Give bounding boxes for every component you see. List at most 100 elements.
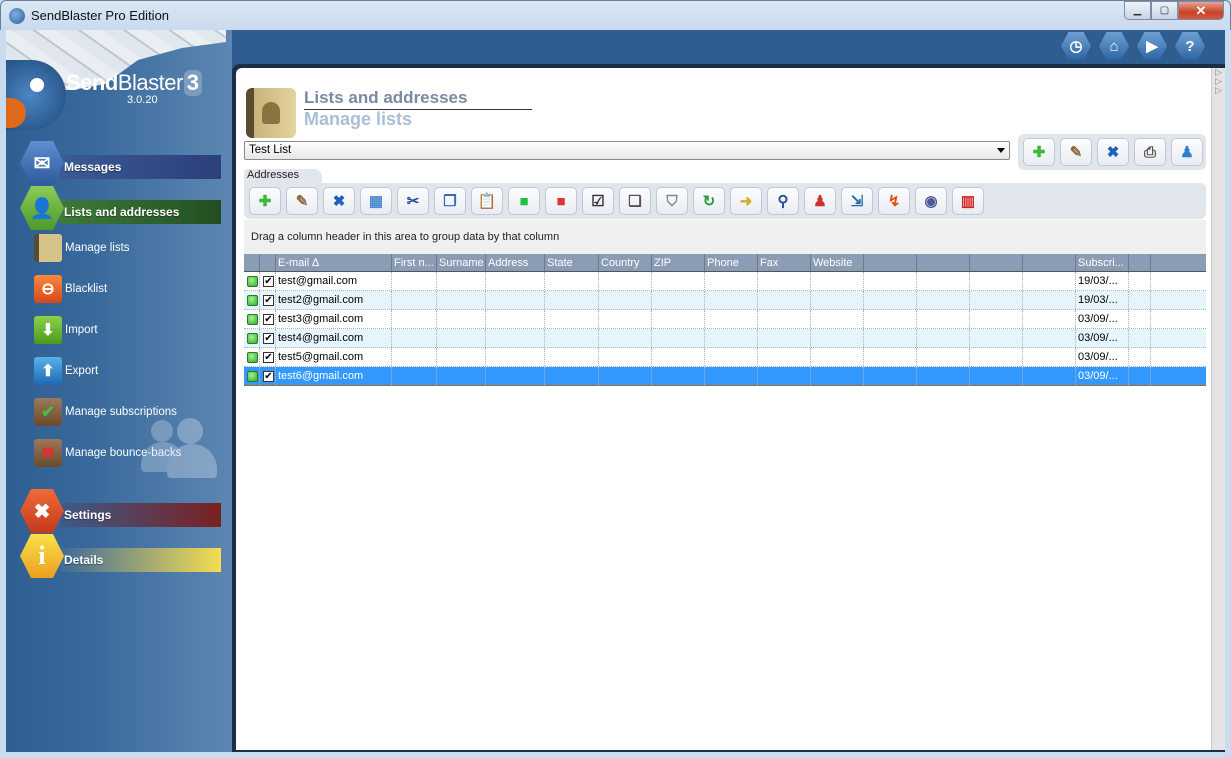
row-checkbox[interactable]: ✔: [263, 314, 274, 325]
column-header[interactable]: Country: [599, 254, 652, 271]
row-checkbox[interactable]: ✔: [263, 352, 274, 363]
add-button[interactable]: ✚: [1023, 138, 1055, 166]
empty-cell: [599, 291, 652, 309]
add-button[interactable]: ✚: [249, 187, 281, 215]
column-header[interactable]: Subscri...: [1076, 254, 1129, 271]
empty-cell: [545, 291, 599, 309]
nav-section-lists[interactable]: 👤 Lists and addresses: [20, 186, 221, 230]
bounce-button[interactable]: ↯: [878, 187, 910, 215]
filter-button[interactable]: ⛉: [656, 187, 688, 215]
column-header[interactable]: [1129, 254, 1151, 271]
column-header[interactable]: [244, 254, 260, 271]
empty-cell: [1023, 272, 1076, 290]
column-header[interactable]: [260, 254, 276, 271]
status-cell: [244, 348, 260, 366]
status-cell: [244, 310, 260, 328]
edit-button[interactable]: ✎: [1060, 138, 1092, 166]
paste-button[interactable]: 📋: [471, 187, 503, 215]
move-button[interactable]: ➜: [730, 187, 762, 215]
home-icon[interactable]: ⌂: [1099, 32, 1129, 60]
maximize-button[interactable]: ▢: [1151, 1, 1178, 20]
column-header[interactable]: ZIP: [652, 254, 705, 271]
delete-button[interactable]: ✖: [1097, 138, 1129, 166]
history-icon[interactable]: ◷: [1061, 32, 1091, 60]
group-by-area[interactable]: Drag a column header in this area to gro…: [244, 220, 1206, 254]
empty-cell: [392, 272, 437, 290]
table-row[interactable]: ✔ test3@gmail.com 03/09/...: [244, 310, 1206, 329]
empty-cell: [1129, 272, 1151, 290]
bounce-icon: ↯: [887, 193, 901, 210]
column-header[interactable]: Website: [811, 254, 864, 271]
column-header[interactable]: Address: [486, 254, 545, 271]
empty-cell: [917, 310, 970, 328]
tab-addresses[interactable]: Addresses: [244, 169, 322, 183]
nav-section-messages[interactable]: ✉ Messages: [20, 141, 221, 185]
close-button[interactable]: ✕: [1178, 1, 1224, 20]
row-checkbox[interactable]: ✔: [263, 295, 274, 306]
duplicate-button[interactable]: ❏: [619, 187, 651, 215]
users-button[interactable]: ♟: [804, 187, 836, 215]
empty-cell: [437, 367, 486, 385]
check-red-button[interactable]: ■: [545, 187, 577, 215]
nav-section-details[interactable]: i Details: [20, 534, 221, 578]
status-indicator-icon: [247, 371, 258, 382]
columns-button[interactable]: ▥: [952, 187, 984, 215]
table-row[interactable]: ✔ test@gmail.com 19/03/...: [244, 272, 1206, 291]
row-checkbox[interactable]: ✔: [263, 333, 274, 344]
collapse-panel-handle[interactable]: ▷ ▷ ▷: [1211, 68, 1225, 750]
copy-button[interactable]: ❐: [434, 187, 466, 215]
sidebar-item-import[interactable]: ⬇ Import: [34, 314, 98, 346]
table-row[interactable]: ✔ test6@gmail.com 03/09/...: [244, 367, 1206, 386]
nav-section-label: Lists and addresses: [64, 205, 180, 219]
list-select[interactable]: Test List: [244, 141, 1010, 160]
table-row[interactable]: ✔ test2@gmail.com 19/03/...: [244, 291, 1206, 310]
column-header[interactable]: Surname: [437, 254, 486, 271]
column-header[interactable]: First n...: [392, 254, 437, 271]
view-button[interactable]: ◉: [915, 187, 947, 215]
nav-section-settings[interactable]: ✖ Settings: [20, 489, 221, 533]
select-all-icon: ▦: [368, 193, 384, 210]
empty-cell: [705, 291, 758, 309]
check-green-button[interactable]: ■: [508, 187, 540, 215]
row-checkbox[interactable]: ✔: [263, 371, 274, 382]
sidebar-item-manage-lists[interactable]: Manage lists: [34, 232, 130, 264]
empty-cell: [811, 291, 864, 309]
row-checkbox[interactable]: ✔: [263, 276, 274, 287]
video-icon[interactable]: ▶: [1137, 32, 1167, 60]
column-header[interactable]: [1023, 254, 1076, 271]
table-row[interactable]: ✔ test5@gmail.com 03/09/...: [244, 348, 1206, 367]
table-row[interactable]: ✔ test4@gmail.com 03/09/...: [244, 329, 1206, 348]
print-button[interactable]: ⎙: [1134, 138, 1166, 166]
sidebar-item-blacklist[interactable]: ⊖ Blacklist: [34, 273, 107, 305]
select-all-button[interactable]: ▦: [360, 187, 392, 215]
delete-button[interactable]: ✖: [323, 187, 355, 215]
column-header[interactable]: E-mail ∆: [276, 254, 392, 271]
column-header[interactable]: State: [545, 254, 599, 271]
column-header[interactable]: [917, 254, 970, 271]
empty-cell: [1129, 291, 1151, 309]
column-header[interactable]: [864, 254, 917, 271]
edit-button[interactable]: ✎: [286, 187, 318, 215]
cut-button[interactable]: ✂: [397, 187, 429, 215]
empty-cell: [486, 272, 545, 290]
find-button[interactable]: ⚲: [767, 187, 799, 215]
column-header[interactable]: Fax: [758, 254, 811, 271]
email-cell: test2@gmail.com: [276, 291, 392, 309]
merge-button[interactable]: ♟: [1171, 138, 1203, 166]
help-icon[interactable]: ?: [1175, 32, 1205, 60]
minimize-button[interactable]: ▁: [1124, 1, 1151, 20]
empty-cell: [392, 291, 437, 309]
users-icon: ♟: [813, 193, 827, 210]
toggle-check-button[interactable]: ☑: [582, 187, 614, 215]
column-header[interactable]: [970, 254, 1023, 271]
empty-cell: [917, 272, 970, 290]
verify-button[interactable]: ↻: [693, 187, 725, 215]
export-list-button[interactable]: ⇲: [841, 187, 873, 215]
delete-icon: ✖: [332, 193, 346, 210]
sidebar-item-export[interactable]: ⬆ Export: [34, 355, 98, 387]
page-subtitle: Manage lists: [304, 109, 413, 129]
column-header[interactable]: Phone: [705, 254, 758, 271]
empty-cell: [545, 348, 599, 366]
empty-cell: [970, 291, 1023, 309]
content-area: Lists and addresses Manage lists Test Li…: [236, 68, 1211, 750]
